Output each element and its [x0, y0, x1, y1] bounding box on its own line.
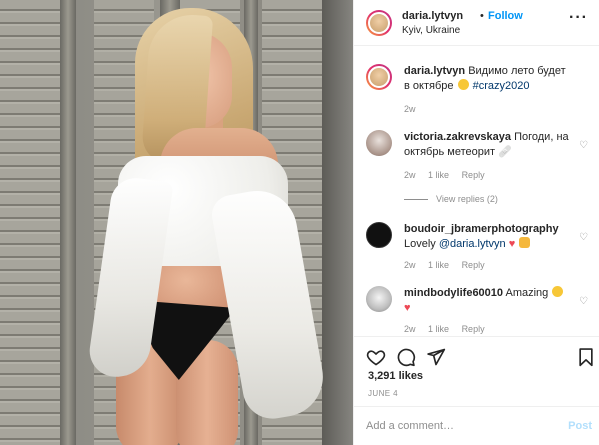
- reply-button[interactable]: Reply: [462, 170, 485, 180]
- save-bookmark-icon[interactable]: [576, 347, 596, 367]
- post-photo[interactable]: [0, 0, 353, 445]
- post-date[interactable]: JUNE 4: [368, 389, 398, 398]
- grinning-sweat-emoji-icon: [457, 79, 469, 90]
- red-heart-emoji-icon: ♥: [404, 302, 411, 314]
- follow-button[interactable]: Follow: [488, 10, 523, 22]
- syringe-emoji-icon: 🩹: [498, 146, 512, 158]
- author-username[interactable]: daria.lytvyn: [402, 10, 463, 22]
- raised-hands-emoji-icon: [519, 237, 531, 248]
- author-avatar[interactable]: [366, 10, 392, 36]
- like-comment-heart-icon[interactable]: ♡: [579, 296, 588, 307]
- caption-hashtag[interactable]: #crazy2020: [473, 80, 530, 92]
- comment-text: Amazing: [505, 287, 549, 299]
- location-link[interactable]: Kyiv, Ukraine: [402, 25, 460, 36]
- commenter-avatar[interactable]: [366, 130, 392, 156]
- reply-button[interactable]: Reply: [462, 324, 485, 334]
- like-count[interactable]: 3,291 likes: [368, 370, 423, 382]
- post-header: daria.lytvyn • Follow Kyiv, Ukraine ···: [354, 0, 599, 46]
- comment-username[interactable]: mindbodylife60010: [404, 287, 503, 299]
- comments-list[interactable]: daria.lytvyn Видимо лето будет в октябре…: [354, 46, 599, 336]
- post-side-panel: daria.lytvyn • Follow Kyiv, Ukraine ··· …: [353, 0, 599, 445]
- caption-avatar[interactable]: [366, 64, 392, 90]
- comment-username[interactable]: boudoir_jbramerphotography: [404, 223, 559, 235]
- more-options-icon[interactable]: ···: [569, 10, 588, 26]
- comment-age[interactable]: 2w: [404, 324, 416, 334]
- commenter-avatar[interactable]: [366, 286, 392, 312]
- view-replies-button[interactable]: View replies (2): [404, 194, 498, 204]
- comment-likes[interactable]: 1 like: [428, 170, 449, 180]
- reply-button[interactable]: Reply: [462, 260, 485, 270]
- comment-text: Lovely: [404, 238, 436, 250]
- caption-age[interactable]: 2w: [404, 104, 416, 114]
- smiling-emoji-icon: [552, 286, 564, 297]
- comment-bubble-icon[interactable]: [396, 347, 416, 367]
- comment-age[interactable]: 2w: [404, 260, 416, 270]
- comment-mention[interactable]: @daria.lytvyn: [439, 238, 506, 250]
- share-paper-plane-icon[interactable]: [426, 347, 446, 367]
- comment-age[interactable]: 2w: [404, 170, 416, 180]
- comment-username[interactable]: victoria.zakrevskaya: [404, 131, 511, 143]
- comment-likes[interactable]: 1 like: [428, 260, 449, 270]
- post-comment-button[interactable]: Post: [568, 420, 592, 432]
- like-heart-icon[interactable]: [366, 347, 386, 367]
- add-comment-input[interactable]: [366, 417, 556, 435]
- red-heart-emoji-icon: ♥: [508, 238, 516, 250]
- like-comment-heart-icon[interactable]: ♡: [579, 140, 588, 151]
- caption-username[interactable]: daria.lytvyn: [404, 65, 465, 77]
- commenter-avatar[interactable]: [366, 222, 392, 248]
- separator-dot: •: [480, 10, 484, 22]
- instagram-post: daria.lytvyn • Follow Kyiv, Ukraine ··· …: [0, 0, 599, 445]
- comment-likes[interactable]: 1 like: [428, 324, 449, 334]
- photo-subject: [0, 0, 353, 445]
- like-comment-heart-icon[interactable]: ♡: [579, 232, 588, 243]
- add-comment-bar: Post: [354, 406, 599, 445]
